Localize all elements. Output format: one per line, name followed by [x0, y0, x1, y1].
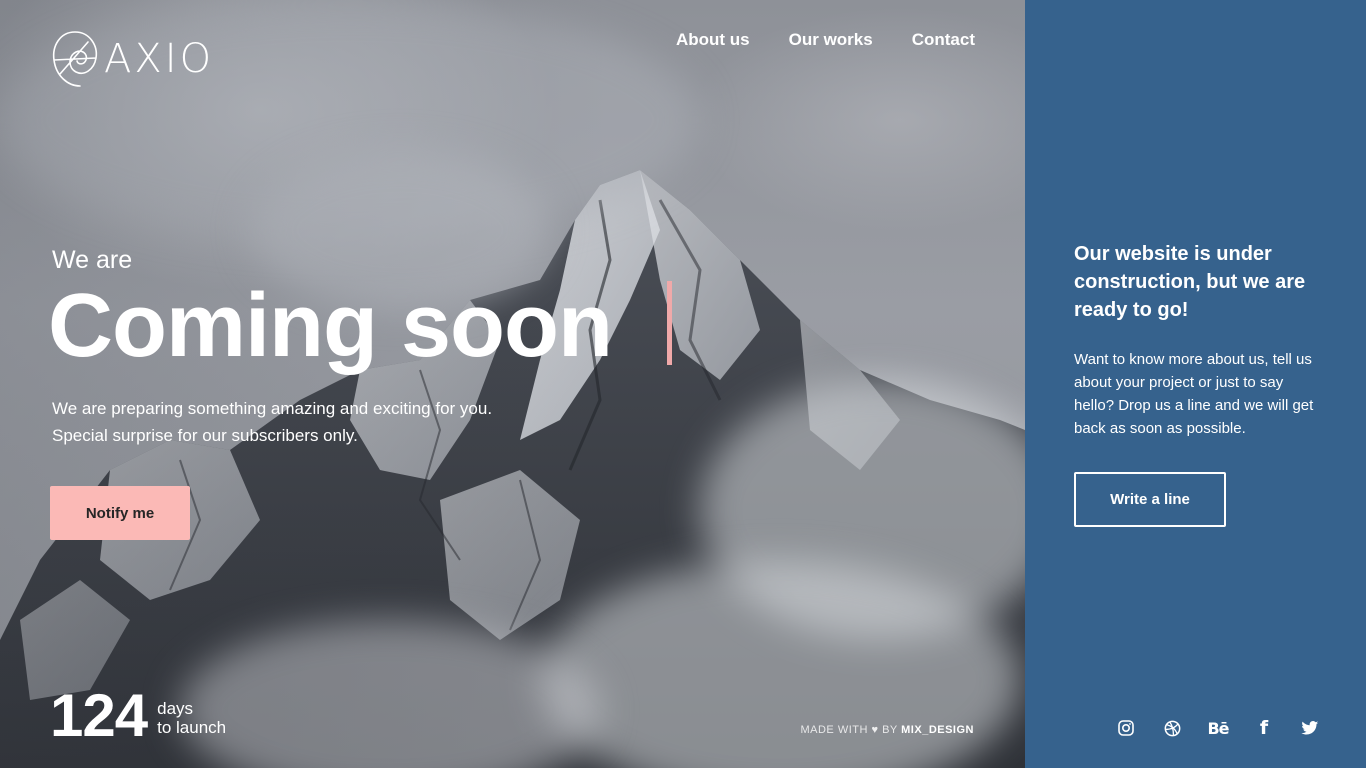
nav-item-about-us[interactable]: About us	[676, 30, 750, 50]
credit-prefix: MADE WITH	[800, 724, 868, 736]
contact-panel: Our website is under construction, but w…	[1025, 0, 1366, 768]
notify-me-button[interactable]: Notify me	[50, 486, 190, 540]
nav-item-our-works[interactable]: Our works	[789, 30, 873, 50]
hero-section: AXIO About us Our works Contact We are C…	[0, 0, 1025, 768]
brand-name: AXIO	[104, 36, 215, 82]
nav-item-contact[interactable]: Contact	[912, 30, 975, 50]
launch-countdown: 124 days to launch	[50, 684, 226, 748]
facebook-icon[interactable]: f	[1254, 717, 1274, 739]
social-links: Bē f	[1116, 717, 1320, 739]
write-a-line-button[interactable]: Write a line	[1074, 472, 1226, 527]
panel-title: Our website is under construction, but w…	[1074, 243, 1306, 321]
credit-author-link[interactable]: MIX_DESIGN	[901, 724, 974, 736]
main-nav: About us Our works Contact	[676, 30, 975, 50]
coming-soon-page: AXIO About us Our works Contact We are C…	[0, 0, 1366, 768]
hero-subtitle-line-2: Special surprise for our subscribers onl…	[52, 426, 358, 445]
dribbble-icon[interactable]	[1162, 718, 1182, 738]
nautilus-logo-icon	[52, 31, 98, 87]
hero-kicker: We are	[52, 246, 133, 274]
instagram-icon[interactable]	[1116, 718, 1136, 738]
typing-cursor	[667, 281, 672, 365]
countdown-days-number: 124	[50, 682, 148, 749]
twitter-icon[interactable]	[1300, 718, 1320, 738]
heart-icon: ♥	[871, 724, 879, 736]
credit-by: BY	[882, 724, 898, 736]
countdown-labels: days to launch	[157, 699, 226, 737]
hero-overlay	[0, 0, 1025, 768]
footer-credit: MADE WITH ♥ BY MIX_DESIGN	[800, 724, 974, 736]
hero-subtitle: We are preparing something amazing and e…	[52, 395, 492, 449]
behance-icon[interactable]: Bē	[1207, 718, 1229, 738]
hero-subtitle-line-1: We are preparing something amazing and e…	[52, 399, 493, 418]
brand-logo[interactable]: AXIO	[50, 28, 214, 90]
panel-description: Want to know more about us, tell us abou…	[1074, 351, 1314, 437]
hero-headline: Coming soon	[48, 276, 613, 376]
countdown-unit: days	[157, 699, 194, 718]
countdown-caption: to launch	[157, 718, 227, 737]
